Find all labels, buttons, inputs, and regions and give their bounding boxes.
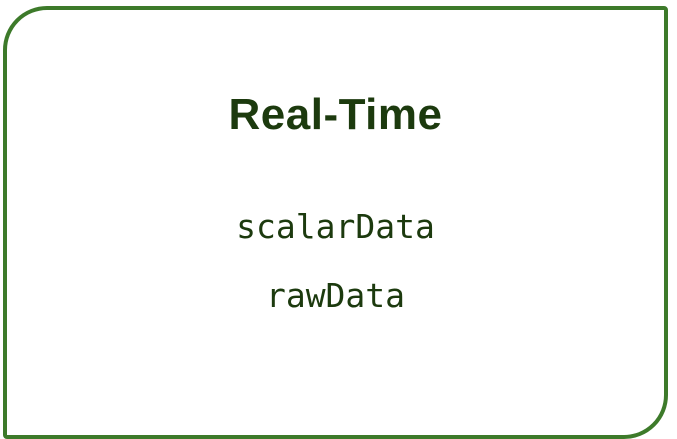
realtime-card: Real-Time scalarData rawData bbox=[3, 6, 668, 439]
card-title: Real-Time bbox=[228, 90, 443, 139]
card-item-scalardata: scalarData bbox=[236, 207, 435, 246]
card-item-rawdata: rawData bbox=[265, 276, 406, 315]
